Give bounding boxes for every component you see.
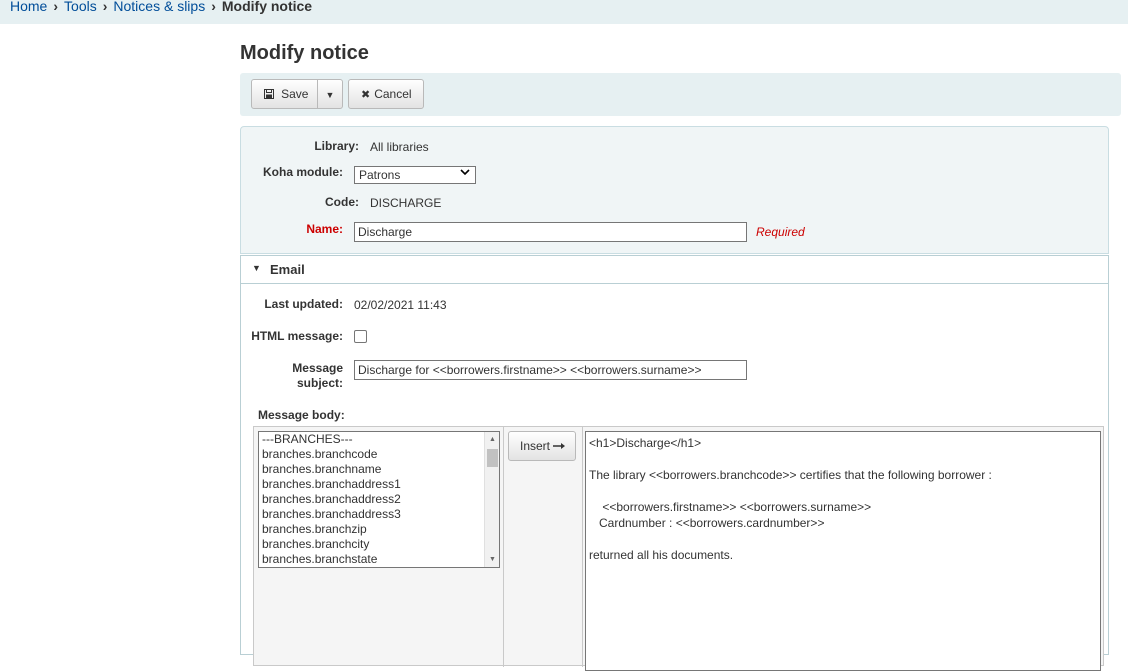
name-label: Name: — [306, 222, 343, 236]
email-section-header[interactable]: ▼ Email — [241, 256, 1108, 284]
message-body-textarea[interactable]: <h1>Discharge</h1> The library <<borrowe… — [585, 431, 1101, 671]
email-section-title: Email — [270, 262, 305, 277]
list-item[interactable]: branches.branchzip — [259, 522, 499, 537]
code-label: Code: — [325, 195, 359, 209]
toolbar: Save ▼ ✖ Cancel — [240, 73, 1121, 116]
placeholder-fields-list[interactable]: ---BRANCHES--- branches.branchcode branc… — [258, 431, 500, 568]
list-item[interactable]: branches.branchaddress2 — [259, 492, 499, 507]
email-panel: ▼ Email Last updated: 02/02/2021 11:43 H… — [240, 255, 1109, 671]
list-item[interactable]: branches.branchaddress1 — [259, 477, 499, 492]
scrollbar-thumb[interactable] — [487, 449, 498, 467]
breadcrumb-notices-link[interactable]: Notices & slips — [113, 0, 205, 14]
list-item[interactable]: branches.branchname — [259, 462, 499, 477]
breadcrumb-separator: › — [53, 0, 59, 14]
scroll-up-icon[interactable]: ▲ — [485, 432, 499, 447]
message-subject-label-line1: Message — [292, 361, 343, 375]
save-label: Save — [281, 87, 309, 101]
cancel-label: Cancel — [374, 87, 412, 101]
koha-module-label: Koha module: — [263, 165, 343, 179]
koha-module-selected: Patrons — [359, 168, 401, 182]
last-updated-label: Last updated: — [264, 297, 343, 311]
arrow-right-icon — [553, 439, 566, 453]
library-label: Library: — [314, 139, 359, 153]
scroll-down-icon[interactable]: ▼ — [485, 552, 499, 567]
breadcrumb-separator: › — [102, 0, 108, 14]
list-item[interactable]: branches.branchaddress3 — [259, 507, 499, 522]
list-item[interactable]: branches.branchstate — [259, 552, 499, 567]
insert-button[interactable]: Insert — [508, 431, 576, 461]
insert-label: Insert — [520, 439, 551, 453]
save-options-dropdown[interactable]: ▼ — [317, 79, 343, 109]
message-subject-label-line2: subject: — [296, 376, 343, 390]
name-field[interactable]: Discharge — [354, 222, 747, 242]
notice-details-fieldset: Library: All libraries Koha module: Patr… — [240, 126, 1109, 254]
message-body-area: ---BRANCHES--- branches.branchcode branc… — [253, 426, 1104, 671]
caret-down-icon: ▼ — [252, 263, 261, 273]
koha-module-select[interactable]: Patrons — [354, 166, 476, 184]
floppy-disk-icon — [264, 89, 277, 101]
chevron-down-icon — [460, 167, 470, 181]
caret-down-icon: ▼ — [325, 90, 335, 100]
html-message-checkbox[interactable] — [354, 330, 367, 343]
column-divider — [582, 427, 583, 667]
list-item[interactable]: branches.branchcity — [259, 537, 499, 552]
save-button[interactable]: Save — [251, 79, 318, 109]
list-item[interactable]: ---BRANCHES--- — [259, 432, 499, 447]
close-icon: ✖ — [361, 89, 371, 101]
breadcrumb-home-link[interactable]: Home — [10, 0, 47, 14]
library-value: All libraries — [370, 140, 429, 154]
list-item[interactable]: branches.branchcode — [259, 447, 499, 462]
column-divider — [503, 427, 504, 667]
last-updated-value: 02/02/2021 11:43 — [354, 298, 447, 312]
list-scrollbar[interactable]: ▲ ▼ — [484, 432, 499, 567]
message-subject-field[interactable]: Discharge for <<borrowers.firstname>> <<… — [354, 360, 747, 380]
cancel-button[interactable]: ✖ Cancel — [348, 79, 424, 109]
breadcrumb-tools-link[interactable]: Tools — [64, 0, 97, 14]
breadcrumb: Home › Tools › Notices & slips › Modify notice — [0, 0, 1128, 24]
required-note: Required — [756, 225, 805, 239]
code-value: DISCHARGE — [370, 196, 442, 210]
breadcrumb-separator: › — [211, 0, 216, 14]
breadcrumb-current: Modify notice — [221, 0, 313, 14]
message-body-label: Message body: — [258, 408, 345, 422]
page-title: Modify notice — [240, 42, 369, 64]
html-message-label: HTML message: — [251, 329, 343, 343]
